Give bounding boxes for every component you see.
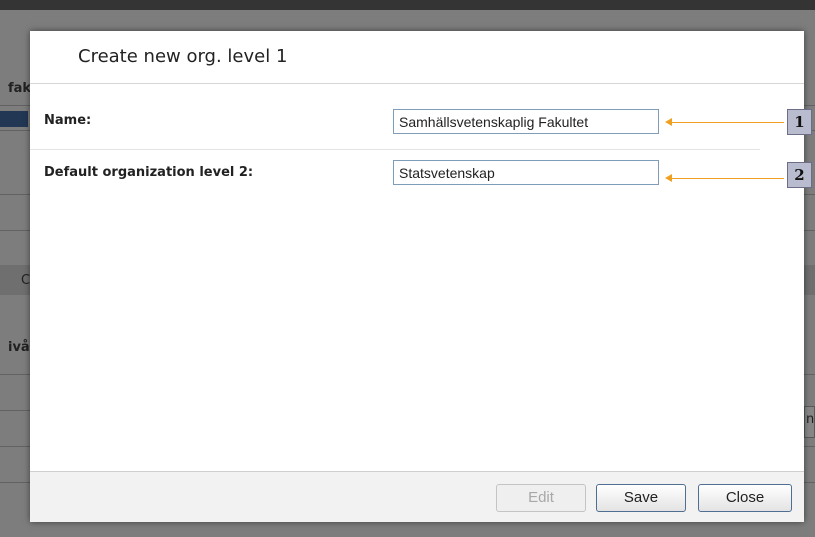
name-label: Name: xyxy=(44,113,92,128)
default-level2-field-row: Default organization level 2: xyxy=(30,149,804,209)
callout-badge-1: 1 xyxy=(787,109,812,135)
name-field-row: Name: xyxy=(30,85,804,149)
close-button[interactable]: Close xyxy=(698,484,792,512)
edit-button[interactable]: Edit xyxy=(496,484,586,512)
default-level2-input[interactable] xyxy=(393,160,659,185)
save-button[interactable]: Save xyxy=(596,484,686,512)
dialog-footer: Edit Save Close xyxy=(30,471,804,522)
callout-badge-2: 2 xyxy=(787,162,812,188)
name-input[interactable] xyxy=(393,109,659,134)
dialog-title: Create new org. level 1 xyxy=(78,46,288,67)
create-org-level-dialog: Create new org. level 1 Name: Default or… xyxy=(30,31,804,522)
default-level2-label: Default organization level 2: xyxy=(44,165,254,180)
callout-arrow-line xyxy=(670,122,784,123)
dialog-header: Create new org. level 1 xyxy=(30,31,804,84)
callout-arrow-line xyxy=(670,178,784,179)
